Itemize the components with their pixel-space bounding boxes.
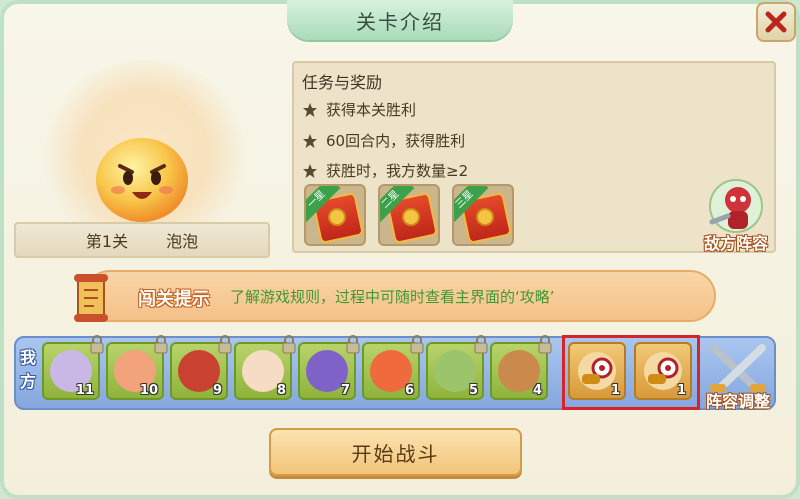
lock-icon — [218, 335, 232, 354]
enemy-lineup-button[interactable]: 敌方阵容 — [694, 178, 778, 254]
lock-icon — [474, 335, 488, 354]
member-count: 6 — [404, 383, 414, 398]
close-icon — [765, 11, 787, 33]
tip-text: 了解游戏规则，过程中可随时查看主界面的‘攻略’ — [230, 288, 555, 306]
level-name: 泡泡 — [166, 232, 199, 251]
objective-text: 获得本关胜利 — [326, 101, 417, 119]
objective-row: 获得本关胜利 — [302, 99, 416, 120]
objective-text: 60回合内，获得胜利 — [326, 132, 466, 150]
star-icon — [303, 133, 317, 148]
dialog-title: 关卡介绍 — [356, 9, 444, 34]
level-number: 第1关 — [85, 232, 129, 251]
lock-icon — [410, 335, 424, 354]
member-count: 11 — [75, 383, 94, 398]
formation-adjust-button[interactable]: 阵容调整 — [700, 338, 776, 411]
star-icon — [303, 163, 317, 178]
team-label: 我方 — [20, 348, 37, 391]
start-battle-label: 开始战斗 — [351, 441, 440, 466]
member-count: 5 — [468, 383, 478, 398]
lock-icon — [282, 335, 296, 354]
coin-icon — [402, 208, 420, 226]
coin-icon — [328, 208, 346, 226]
mission-title: 任务与奖励 — [302, 73, 383, 92]
unit-count: 1 — [610, 383, 620, 398]
level-intro-dialog: 关卡介绍 第1关 泡泡 任务与奖励 获得本关胜利 60回合内，获得胜利 获胜时，… — [0, 0, 800, 499]
reward-item[interactable]: 三星 — [452, 184, 514, 246]
extra-unit-slot[interactable]: 1 — [634, 342, 692, 400]
tip-bar: 闯关提示 了解游戏规则，过程中可随时查看主界面的‘攻略’ — [84, 270, 716, 322]
bubble-mascot-icon — [96, 138, 188, 222]
reward-item[interactable]: 一星 — [304, 184, 366, 246]
title-bar: 关卡介绍 — [0, 0, 800, 42]
level-name-plate: 第1关 泡泡 — [14, 222, 270, 258]
lock-icon — [346, 335, 360, 354]
scroll-icon — [74, 274, 108, 322]
star-icon — [303, 102, 317, 117]
member-count: 4 — [532, 383, 542, 398]
member-count: 10 — [139, 383, 158, 398]
formation-adjust-label: 阵容调整 — [705, 392, 770, 411]
reward-item[interactable]: 二星 — [378, 184, 440, 246]
unit-count: 1 — [676, 383, 686, 398]
objective-row: 60回合内，获得胜利 — [302, 130, 465, 151]
member-count: 7 — [340, 383, 350, 398]
enemy-lineup-label: 敌方阵容 — [703, 234, 768, 253]
lock-icon — [538, 335, 552, 354]
objective-text: 获胜时，我方数量≥2 — [326, 162, 469, 180]
tip-label: 闯关提示 — [138, 289, 210, 310]
title-ribbon: 关卡介绍 — [287, 0, 513, 40]
close-button[interactable] — [756, 2, 796, 42]
coin-icon — [476, 208, 494, 226]
member-count: 8 — [276, 383, 286, 398]
objective-row: 获胜时，我方数量≥2 — [302, 160, 468, 181]
start-battle-button[interactable]: 开始战斗 — [269, 428, 522, 476]
extra-unit-slot[interactable]: 1 — [568, 342, 626, 400]
lock-icon — [90, 335, 104, 354]
lock-icon — [154, 335, 168, 354]
member-count: 9 — [212, 383, 222, 398]
